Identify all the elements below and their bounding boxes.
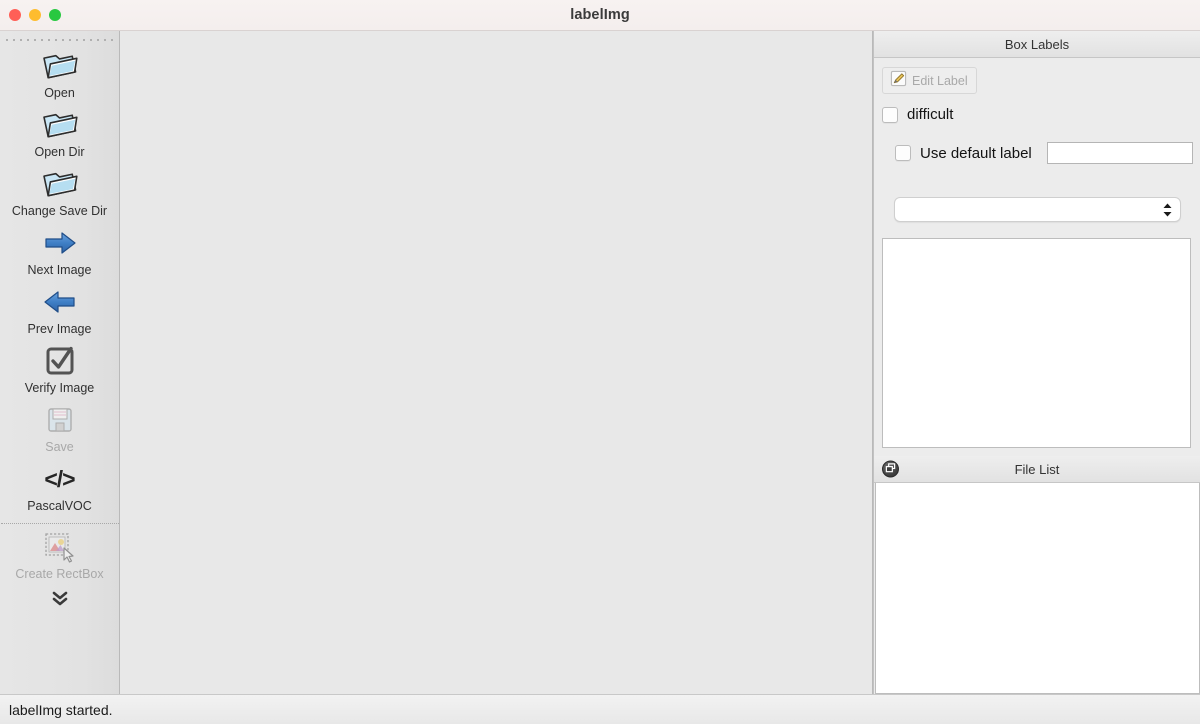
- open-folder-icon: [40, 166, 80, 202]
- file-list-box[interactable]: [875, 483, 1200, 694]
- minimize-button[interactable]: [29, 9, 41, 21]
- toolbar-item-change-save-dir[interactable]: Change Save Dir: [0, 163, 119, 222]
- pencil-edit-icon: [890, 70, 907, 92]
- title-bar: labelImg: [0, 0, 1200, 31]
- toolbar-drag-handle[interactable]: [0, 31, 119, 45]
- chevron-updown-icon: [1162, 202, 1173, 218]
- file-list-title-bar: File List: [874, 456, 1200, 483]
- toolbar-item-create-rectbox[interactable]: Create RectBox: [0, 526, 119, 585]
- difficult-checkbox[interactable]: [882, 107, 898, 123]
- toolbar-item-prev-image[interactable]: Prev Image: [0, 281, 119, 340]
- box-labels-body: Edit Label difficult Use default label: [874, 58, 1200, 448]
- difficult-label: difficult: [907, 106, 953, 123]
- toolbar-item-next-image[interactable]: Next Image: [0, 222, 119, 281]
- status-message: labelImg started.: [9, 702, 113, 718]
- toolbar-item-format[interactable]: </> PascalVOC: [0, 458, 119, 517]
- create-rectbox-icon: [43, 529, 77, 565]
- open-folder-icon: [40, 48, 80, 84]
- toolbar-item-verify-image[interactable]: Verify Image: [0, 340, 119, 399]
- floppy-disk-icon: [44, 402, 76, 438]
- toolbar-item-open-dir[interactable]: Open Dir: [0, 104, 119, 163]
- toolbar-item-label: Verify Image: [25, 381, 94, 395]
- box-labels-title-bar: Box Labels: [874, 31, 1200, 58]
- toolbar-item-save[interactable]: Save: [0, 399, 119, 458]
- arrow-left-icon: [42, 284, 78, 320]
- box-labels-title: Box Labels: [1005, 37, 1069, 52]
- open-folder-icon: [40, 107, 80, 143]
- file-list-float-button[interactable]: [882, 461, 899, 478]
- toolbar-item-label: Open Dir: [34, 145, 84, 159]
- status-bar: labelImg started.: [0, 694, 1200, 724]
- toolbar-item-label: Next Image: [28, 263, 92, 277]
- left-toolbar: Open Open Dir: [0, 31, 120, 694]
- file-list-title: File List: [1015, 462, 1060, 477]
- window-controls: [9, 0, 61, 30]
- image-canvas[interactable]: [120, 31, 873, 694]
- checkmark-box-icon: [44, 343, 76, 379]
- restore-window-icon: [885, 462, 896, 477]
- use-default-label-checkbox[interactable]: [895, 145, 911, 161]
- toolbar-item-label: Save: [45, 440, 74, 454]
- use-default-label-row: Use default label: [895, 142, 1200, 164]
- box-label-list[interactable]: [882, 238, 1191, 448]
- close-button[interactable]: [9, 9, 21, 21]
- label-combo-box[interactable]: [894, 197, 1181, 222]
- edit-label-button[interactable]: Edit Label: [882, 67, 977, 94]
- use-default-label-label: Use default label: [920, 145, 1032, 162]
- label-combo-wrapper: [874, 197, 1200, 222]
- zoom-button[interactable]: [49, 9, 61, 21]
- toolbar-item-open[interactable]: Open: [0, 45, 119, 104]
- toolbar-separator: [1, 523, 119, 524]
- right-dock-panel: Box Labels Edit Label difficult: [873, 31, 1200, 694]
- labelimg-window: labelImg Open: [0, 0, 1200, 724]
- edit-label-button-label: Edit Label: [912, 74, 968, 88]
- toolbar-item-label: PascalVOC: [27, 499, 92, 513]
- file-list-dock: File List: [874, 456, 1200, 694]
- main-body: Open Open Dir: [0, 31, 1200, 694]
- code-brackets-icon: </>: [44, 461, 74, 497]
- window-title: labelImg: [0, 7, 1200, 23]
- toolbar-item-label: Prev Image: [28, 322, 92, 336]
- double-chevron-down-icon: [49, 589, 71, 614]
- toolbar-overflow-button[interactable]: [0, 589, 119, 614]
- toolbar-item-label: Change Save Dir: [12, 204, 107, 218]
- arrow-right-icon: [42, 225, 78, 261]
- toolbar-item-label: Open: [44, 86, 75, 100]
- toolbar-item-label: Create RectBox: [15, 567, 103, 581]
- difficult-checkbox-row[interactable]: difficult: [882, 106, 1200, 123]
- default-label-input[interactable]: [1047, 142, 1193, 164]
